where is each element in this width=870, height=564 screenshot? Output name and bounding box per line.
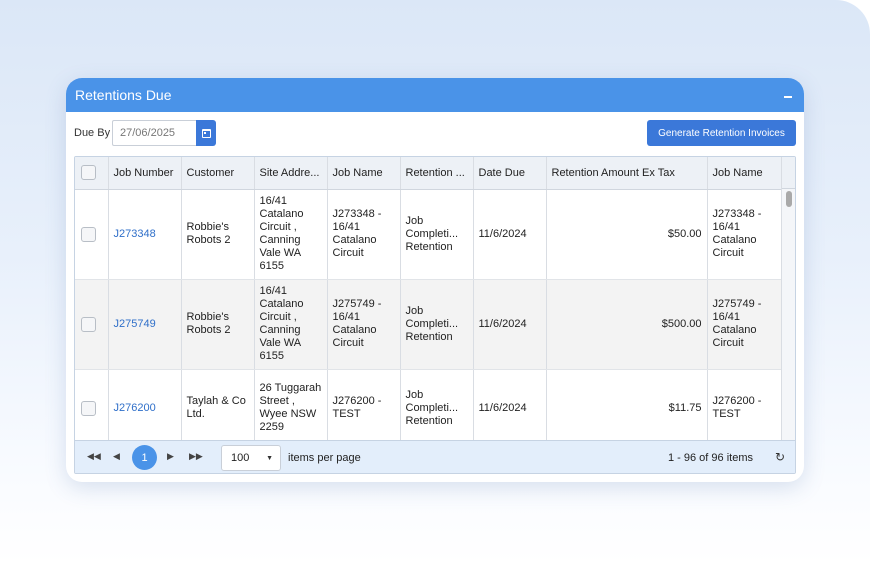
row-select-cell: [75, 279, 109, 370]
row-select-cell: [75, 189, 109, 280]
refresh-icon[interactable]: ↻: [775, 450, 785, 464]
toolbar: Due By Generate Retention Invoices: [66, 112, 804, 156]
calendar-button[interactable]: [196, 120, 216, 146]
generate-retention-invoices-button[interactable]: Generate Retention Invoices: [647, 120, 796, 146]
retentions-grid: Job Number Customer Site Addre... Job Na…: [74, 156, 796, 474]
job-number-link[interactable]: J275749: [108, 279, 182, 370]
vertical-scrollbar[interactable]: [781, 157, 795, 443]
column-header-retention[interactable]: Retention ...: [400, 157, 474, 190]
job-number-link[interactable]: J273348: [108, 189, 182, 280]
column-header-job-number[interactable]: Job Number: [108, 157, 182, 190]
date-due-cell: 11/6/2024: [473, 369, 547, 448]
job-name-cell: J273348 - 16/41 Catalano Circuit: [327, 189, 401, 280]
current-page-button[interactable]: 1: [132, 445, 157, 470]
calendar-icon: [201, 128, 211, 138]
column-header-retention-amount[interactable]: Retention Amount Ex Tax: [546, 157, 708, 190]
job-name-cell: J275749 - 16/41 Catalano Circuit: [327, 279, 401, 370]
retention-cell: Job Completi... Retention: [400, 189, 474, 280]
amount-cell: $11.75: [546, 369, 708, 448]
retentions-panel: Retentions Due Due By Generate Retention…: [66, 78, 804, 482]
due-by-date-input[interactable]: [112, 120, 196, 146]
select-all-header: [75, 157, 109, 190]
minimize-icon[interactable]: [782, 89, 794, 101]
next-page-icon[interactable]: ▶: [167, 451, 174, 462]
row-select-cell: [75, 369, 109, 448]
amount-cell: $50.00: [546, 189, 708, 280]
table-row[interactable]: J275749 Robbie's Robots 2 16/41 Catalano…: [75, 279, 783, 370]
job-name-2-cell: J275749 - 16/41 Catalano Circuit: [707, 279, 783, 370]
job-name-2-cell: J276200 - TEST: [707, 369, 783, 448]
page-size-select[interactable]: 100 ▼: [221, 445, 281, 471]
first-page-icon[interactable]: ◀◀: [87, 451, 101, 462]
job-number-link[interactable]: J276200: [108, 369, 182, 448]
retention-cell: Job Completi... Retention: [400, 369, 474, 448]
column-header-customer[interactable]: Customer: [181, 157, 255, 190]
site-address-cell: 26 Tuggarah Street , Wyee NSW 2259: [254, 369, 328, 448]
select-all-checkbox[interactable]: [81, 165, 96, 181]
job-name-2-cell: J273348 - 16/41 Catalano Circuit: [707, 189, 783, 280]
row-checkbox[interactable]: [81, 316, 96, 332]
table-row[interactable]: J273348 Robbie's Robots 2 16/41 Catalano…: [75, 189, 783, 280]
pager-info: 1 - 96 of 96 items: [668, 452, 753, 464]
retention-cell: Job Completi... Retention: [400, 279, 474, 370]
items-per-page-label: items per page: [288, 452, 361, 464]
page-size-value: 100: [231, 452, 250, 464]
site-address-cell: 16/41 Catalano Circuit , Canning Vale WA…: [254, 279, 328, 370]
prev-page-icon[interactable]: ◀: [113, 451, 120, 462]
panel-header: Retentions Due: [66, 78, 804, 112]
row-checkbox[interactable]: [81, 400, 96, 416]
job-name-cell: J276200 - TEST: [327, 369, 401, 448]
pager: ◀◀ ◀ 1 ▶ ▶▶ 100 ▼ items per page 1 - 96 …: [75, 440, 795, 473]
table-row[interactable]: J276200 Taylah & Co Ltd. 26 Tuggarah Str…: [75, 369, 783, 448]
column-header-site-address[interactable]: Site Addre...: [254, 157, 328, 190]
scrollbar-thumb[interactable]: [786, 191, 792, 207]
chevron-down-icon: ▼: [266, 455, 273, 462]
customer-cell: Robbie's Robots 2: [181, 279, 255, 370]
date-due-cell: 11/6/2024: [473, 189, 547, 280]
header-row: Job Number Customer Site Addre... Job Na…: [75, 157, 783, 190]
column-header-date-due[interactable]: Date Due: [473, 157, 547, 190]
last-page-icon[interactable]: ▶▶: [189, 451, 203, 462]
amount-cell: $500.00: [546, 279, 708, 370]
customer-cell: Taylah & Co Ltd.: [181, 369, 255, 448]
due-by-label: Due By: [74, 127, 111, 139]
column-header-job-name-2[interactable]: Job Name: [707, 157, 783, 190]
column-header-job-name[interactable]: Job Name: [327, 157, 401, 190]
customer-cell: Robbie's Robots 2: [181, 189, 255, 280]
retentions-table: Job Number Customer Site Addre... Job Na…: [75, 157, 783, 448]
date-due-cell: 11/6/2024: [473, 279, 547, 370]
row-checkbox[interactable]: [81, 226, 96, 242]
panel-title: Retentions Due: [75, 87, 172, 103]
site-address-cell: 16/41 Catalano Circuit , Canning Vale WA…: [254, 189, 328, 280]
